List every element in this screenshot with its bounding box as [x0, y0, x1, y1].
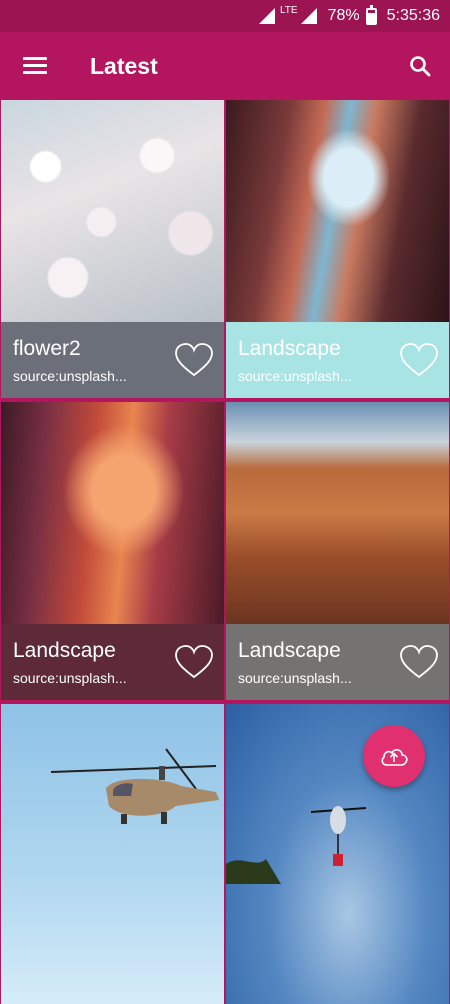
- card-caption: flower2 source:unsplash...: [1, 322, 224, 398]
- wallpaper-thumbnail[interactable]: [226, 402, 449, 624]
- card-caption: Landscape source:unsplash...: [1, 624, 224, 700]
- wallpaper-source: source:unsplash...: [238, 670, 352, 686]
- battery-icon: [365, 4, 377, 25]
- menu-button[interactable]: [0, 32, 70, 100]
- network-type: LTE: [279, 4, 298, 16]
- wallpaper-card[interactable]: Landscape source:unsplash...: [226, 402, 449, 702]
- wallpaper-card[interactable]: Landscape source:unsplash...: [1, 402, 224, 702]
- wallpaper-source: source:unsplash...: [238, 368, 352, 384]
- wallpaper-thumbnail[interactable]: [1, 100, 224, 322]
- wallpaper-card[interactable]: flower2 source:unsplash...: [1, 100, 224, 400]
- clock: 5:35:36: [386, 7, 440, 24]
- signal-icon: [258, 8, 275, 24]
- favorite-heart-icon[interactable]: [399, 644, 439, 680]
- favorite-heart-icon[interactable]: [174, 644, 214, 680]
- cloud-upload-icon: [381, 749, 408, 766]
- card-caption: Landscape source:unsplash...: [226, 322, 449, 398]
- search-icon: [410, 56, 431, 77]
- helicopter-image: [226, 806, 367, 884]
- favorite-heart-icon[interactable]: [174, 342, 214, 378]
- wallpaper-thumbnail[interactable]: [1, 704, 224, 1004]
- favorite-heart-icon[interactable]: [399, 342, 439, 378]
- wallpaper-thumbnail[interactable]: [226, 100, 449, 322]
- wallpaper-card[interactable]: Landscape source:unsplash...: [226, 100, 449, 400]
- hamburger-menu-icon: [23, 57, 47, 75]
- app-bar: Latest: [0, 32, 450, 100]
- wallpaper-grid: flower2 source:unsplash... Landscape sou…: [0, 100, 450, 1004]
- signal-icon-2: [300, 8, 317, 24]
- search-button[interactable]: [390, 32, 450, 100]
- wallpaper-thumbnail[interactable]: [1, 402, 224, 624]
- wallpaper-card[interactable]: [1, 704, 224, 1004]
- page-title: Latest: [90, 52, 158, 79]
- status-bar: LTE 78% 5:35:36: [0, 0, 450, 32]
- wallpaper-source: source:unsplash...: [13, 368, 127, 384]
- upload-fab-button[interactable]: [363, 725, 425, 787]
- battery-percent: 78%: [327, 7, 360, 24]
- wallpaper-source: source:unsplash...: [13, 670, 127, 686]
- card-caption: Landscape source:unsplash...: [226, 624, 449, 700]
- helicopter-image: [50, 748, 219, 824]
